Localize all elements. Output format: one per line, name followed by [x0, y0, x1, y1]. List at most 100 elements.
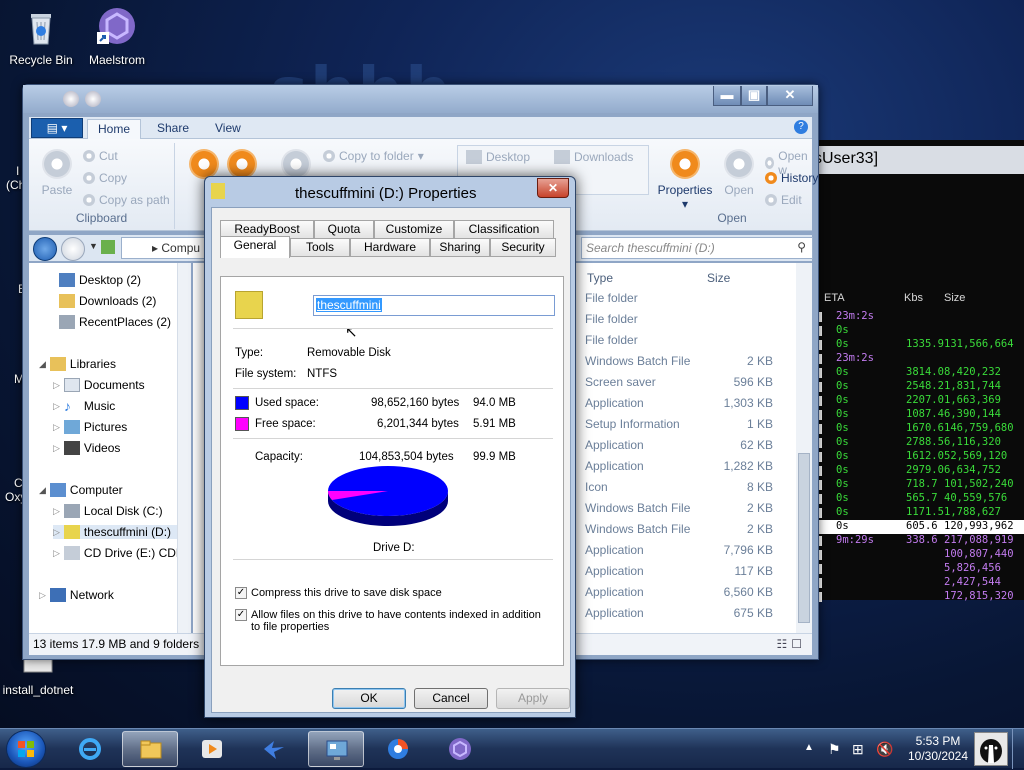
- nav-item-documents[interactable]: ▷ Documents: [53, 378, 145, 392]
- download-row[interactable]: 9m:29s 338.6 217,088,919: [814, 534, 1024, 548]
- tab-quota[interactable]: Quota: [314, 220, 374, 239]
- show-desktop-button[interactable]: [1012, 729, 1024, 769]
- column-header-size[interactable]: Size: [707, 271, 730, 285]
- file-row[interactable]: Windows Batch File 2 KB: [585, 501, 795, 522]
- download-row[interactable]: 23m:2s: [814, 352, 1024, 366]
- download-row[interactable]: 0s: [814, 324, 1024, 338]
- nav-item-computer[interactable]: ◢ Computer: [39, 483, 123, 497]
- tab-general[interactable]: General: [220, 236, 290, 258]
- download-row[interactable]: 100,807,440: [814, 548, 1024, 562]
- network-tray-icon[interactable]: ⊞: [852, 741, 864, 758]
- tab-classification[interactable]: Classification: [454, 220, 554, 239]
- expand-icon[interactable]: ▷: [53, 548, 60, 559]
- explorer-titlebar[interactable]: ▬ ▣ ✕: [23, 85, 818, 113]
- tab-hardware[interactable]: Hardware: [350, 238, 430, 257]
- tab-customize[interactable]: Customize: [374, 220, 454, 239]
- file-row[interactable]: Setup Information 1 KB: [585, 417, 795, 438]
- file-row[interactable]: File folder: [585, 291, 795, 312]
- expand-icon[interactable]: ▷: [53, 422, 60, 433]
- copy-button[interactable]: Copy: [83, 171, 127, 185]
- file-row[interactable]: Application 6,560 KB: [585, 585, 795, 606]
- close-button[interactable]: ✕: [767, 86, 813, 106]
- properties-button[interactable]: Properties ▾: [657, 149, 713, 211]
- file-list-scrollbar[interactable]: [796, 263, 812, 635]
- taskbar-app-bird[interactable]: [246, 731, 302, 767]
- gallery-desktop[interactable]: Desktop: [466, 150, 530, 164]
- taskbar-app-monitor[interactable]: [308, 731, 364, 767]
- nav-item-recent[interactable]: RecentPlaces (2): [59, 315, 171, 329]
- expand-icon[interactable]: ▷: [53, 527, 60, 538]
- recent-locations-icon[interactable]: ▼: [89, 241, 98, 251]
- tab-share[interactable]: Share: [147, 119, 199, 139]
- expand-icon[interactable]: ▷: [53, 506, 60, 517]
- maximize-button[interactable]: ▣: [741, 86, 767, 106]
- download-row[interactable]: 0s 2548.2 1,831,744: [814, 380, 1024, 394]
- tab-view[interactable]: View: [205, 119, 251, 139]
- taskbar-maelstrom[interactable]: [432, 731, 488, 767]
- nav-item-desktop[interactable]: Desktop (2): [59, 273, 141, 287]
- download-row[interactable]: 0s 718.7 101,502,240: [814, 478, 1024, 492]
- show-hidden-icons-icon[interactable]: ▲: [804, 742, 814, 753]
- index-checkbox[interactable]: ✓ Allow files on this drive to have conte…: [235, 609, 553, 633]
- drive-name-input[interactable]: thescuffmini: [313, 295, 555, 316]
- tab-home[interactable]: Home: [87, 119, 142, 139]
- forward-button[interactable]: [61, 237, 85, 261]
- file-menu-button[interactable]: ▤ ▾: [31, 118, 83, 138]
- download-row[interactable]: 5,826,456: [814, 562, 1024, 576]
- ok-button[interactable]: OK: [332, 688, 406, 709]
- file-row[interactable]: File folder: [585, 312, 795, 333]
- file-row[interactable]: Application 117 KB: [585, 564, 795, 585]
- tab-security[interactable]: Security: [490, 238, 556, 257]
- file-row[interactable]: Application 62 KB: [585, 438, 795, 459]
- download-row[interactable]: 0s 1612.0 52,569,120: [814, 450, 1024, 464]
- checkbox-box[interactable]: ✓: [235, 587, 247, 599]
- file-row[interactable]: Screen saver 596 KB: [585, 375, 795, 396]
- checkbox-box[interactable]: ✓: [235, 609, 247, 621]
- column-header-type[interactable]: Type: [587, 271, 613, 285]
- edit-button[interactable]: Edit: [765, 193, 802, 207]
- open-button[interactable]: Open: [719, 149, 759, 197]
- download-row[interactable]: 0s 565.7 40,559,576: [814, 492, 1024, 506]
- properties-dialog[interactable]: thescuffmini (D:) Properties ✕ ReadyBoos…: [204, 176, 576, 718]
- history-button[interactable]: History: [765, 171, 818, 185]
- taskbar-file-explorer[interactable]: [122, 731, 178, 767]
- scrollbar-thumb[interactable]: [798, 453, 810, 623]
- up-icon[interactable]: [101, 240, 115, 254]
- taskbar-app-browser[interactable]: [370, 731, 426, 767]
- paste-button[interactable]: Paste: [37, 149, 77, 197]
- help-icon[interactable]: ?: [794, 120, 808, 134]
- volume-muted-icon[interactable]: 🔇: [876, 741, 893, 758]
- dialog-close-button[interactable]: ✕: [537, 178, 569, 198]
- view-toggle-icons[interactable]: ☷☐: [776, 637, 806, 651]
- download-row[interactable]: 0s 1670.6 146,759,680: [814, 422, 1024, 436]
- action-center-flag-icon[interactable]: ⚑: [828, 741, 841, 758]
- file-row[interactable]: Windows Batch File 2 KB: [585, 354, 795, 375]
- start-button[interactable]: [6, 730, 46, 768]
- desktop-icon-recycle-bin[interactable]: Recycle Bin: [0, 6, 82, 67]
- nav-item-thescuffmini[interactable]: ▷ thescuffmini (D:): [53, 525, 177, 539]
- nav-item-downloads[interactable]: Downloads (2): [59, 294, 156, 308]
- cancel-button[interactable]: Cancel: [414, 688, 488, 709]
- nav-item-network[interactable]: ▷ Network: [39, 588, 114, 602]
- download-row[interactable]: 0s 1171.5 1,788,627: [814, 506, 1024, 520]
- download-row[interactable]: 0s 2207.0 1,663,369: [814, 394, 1024, 408]
- file-row[interactable]: File folder: [585, 333, 795, 354]
- download-row[interactable]: 23m:2s: [814, 310, 1024, 324]
- file-row[interactable]: Windows Batch File 2 KB: [585, 522, 795, 543]
- expand-icon[interactable]: ▷: [53, 380, 60, 391]
- user-avatar[interactable]: [974, 732, 1008, 766]
- apply-button[interactable]: Apply: [496, 688, 570, 709]
- tab-tools[interactable]: Tools: [290, 238, 350, 257]
- collapse-icon[interactable]: ◢: [39, 359, 46, 370]
- back-button[interactable]: [33, 237, 57, 261]
- tab-sharing[interactable]: Sharing: [430, 238, 490, 257]
- download-row[interactable]: 0s 2979.0 6,634,752: [814, 464, 1024, 478]
- download-row[interactable]: 0s 1087.4 6,390,144: [814, 408, 1024, 422]
- expand-icon[interactable]: ▷: [53, 401, 60, 412]
- copy-as-path-button[interactable]: Copy as path: [83, 193, 170, 207]
- collapse-icon[interactable]: ◢: [39, 485, 46, 496]
- file-row[interactable]: Application 1,282 KB: [585, 459, 795, 480]
- minimize-button[interactable]: ▬: [713, 86, 741, 106]
- quick-access-icon[interactable]: [85, 91, 101, 107]
- taskbar-internet-explorer[interactable]: [62, 731, 118, 767]
